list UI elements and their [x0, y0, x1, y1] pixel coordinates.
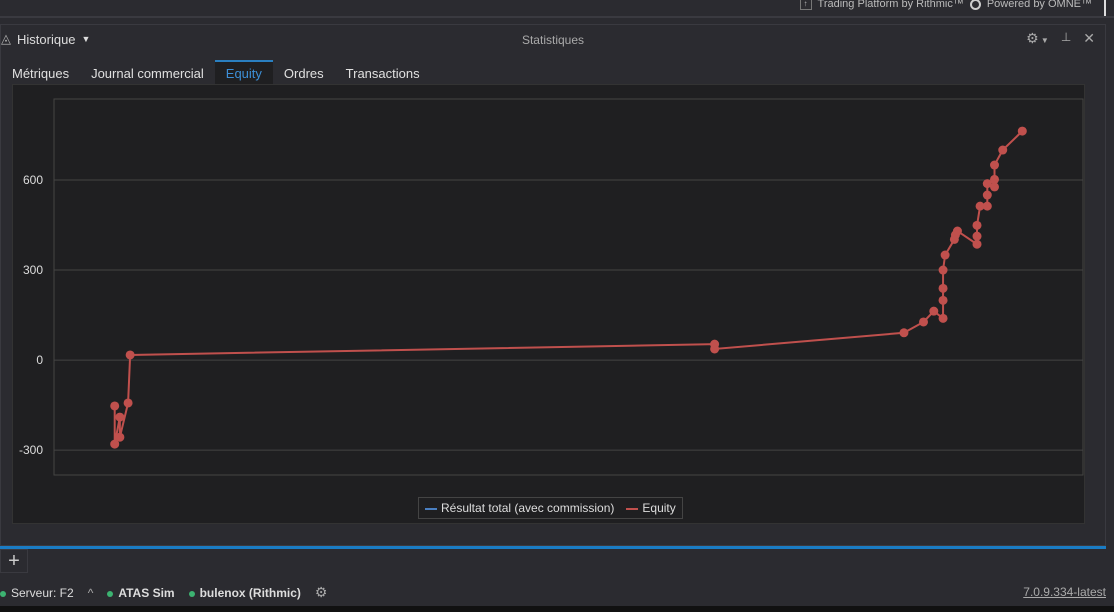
y-tick-label: 300 [23, 263, 43, 277]
account-connection[interactable]: bulenox (Rithmic) [188, 585, 301, 600]
panel-header: ◬ Historique ▼ Statistiques ⚙ ▼ ⊥ ✕ [1, 25, 1105, 53]
equity-point [940, 250, 950, 260]
server-status[interactable]: Serveur: F2 [0, 586, 74, 600]
equity-point [998, 145, 1008, 155]
brand-info: ↑ Trading Platform by Rithmic™ Powered b… [799, 0, 1092, 10]
sim-connection[interactable]: ATAS Sim [107, 585, 175, 600]
equity-point [938, 265, 948, 275]
y-tick-label: 0 [36, 353, 43, 367]
chart-svg: -300 0 300 600 [19, 98, 1084, 476]
tab-orders[interactable]: Ordres [273, 60, 335, 85]
equity-point [990, 160, 1000, 170]
equity-point [938, 283, 948, 293]
tab-equity[interactable]: Equity [214, 60, 273, 85]
equity-point [125, 350, 135, 360]
equity-point [990, 174, 1000, 184]
omne-icon [969, 0, 981, 10]
legend-item-equity[interactable]: Equity [626, 501, 676, 515]
divider [1104, 0, 1106, 16]
legend-label: Résultat total (avec commission) [441, 501, 615, 515]
equity-point [972, 239, 982, 249]
top-bar: ↑ Trading Platform by Rithmic™ Powered b… [0, 0, 1114, 18]
tab-metrics[interactable]: Métriques [1, 60, 80, 85]
version-link[interactable]: 7.0.9.334-latest [1023, 585, 1106, 599]
equity-point [123, 398, 133, 408]
equity-point [919, 317, 929, 327]
equity-point [972, 220, 982, 230]
y-tick-label: 600 [23, 173, 43, 187]
equity-point [710, 344, 720, 354]
rithmic-label: Trading Platform by Rithmic™ [817, 0, 964, 10]
equity-point [938, 295, 948, 305]
plot-area [53, 98, 1084, 476]
taskbar-edge [0, 606, 1114, 612]
sim-label: ATAS Sim [118, 585, 175, 600]
equity-point [929, 306, 939, 316]
omne-label: Powered by OMNE™ [986, 0, 1092, 10]
equity-point [115, 432, 125, 442]
y-tick-label: -300 [19, 443, 43, 457]
equity-point [982, 190, 992, 200]
close-icon[interactable]: ✕ [1083, 30, 1095, 47]
legend-label: Equity [642, 501, 676, 515]
tab-transactions[interactable]: Transactions [335, 60, 431, 85]
chart-legend: Résultat total (avec commission) Equity [418, 497, 683, 519]
tab-bar: Métriques Journal commercial Equity Ordr… [1, 60, 431, 85]
equity-point [972, 231, 982, 241]
account-label: bulenox (Rithmic) [199, 585, 301, 600]
equity-point [952, 226, 962, 236]
divider [0, 546, 1106, 549]
equity-chart: -300 0 300 600 Résultat total (avec commiss… [12, 84, 1085, 524]
statistics-panel: ◬ Historique ▼ Statistiques ⚙ ▼ ⊥ ✕ Métr… [0, 24, 1106, 546]
settings-icon[interactable]: ⚙ [315, 584, 328, 601]
equity-point [115, 412, 125, 422]
equity-point [1017, 126, 1027, 136]
gear-icon[interactable]: ⚙ ▼ [1026, 30, 1049, 47]
status-bar: Serveur: F2 ^ ATAS Sim bulenox (Rithmic)… [0, 584, 327, 601]
equity-point [899, 328, 909, 338]
tab-trade-journal[interactable]: Journal commercial [80, 60, 215, 85]
equity-line [113, 130, 1023, 445]
pin-icon[interactable]: ⊥ [1061, 30, 1071, 47]
server-label: Serveur: F2 [11, 585, 74, 600]
add-tab-button[interactable]: + [0, 549, 28, 573]
rithmic-icon: ↑ [799, 0, 812, 10]
equity-point [110, 401, 120, 411]
equity-point [938, 313, 948, 323]
equity-point [982, 201, 992, 211]
chevron-up-icon[interactable]: ^ [88, 586, 94, 600]
panel-title: Statistiques [521, 33, 585, 47]
legend-item-total[interactable]: Résultat total (avec commission) [425, 501, 614, 515]
